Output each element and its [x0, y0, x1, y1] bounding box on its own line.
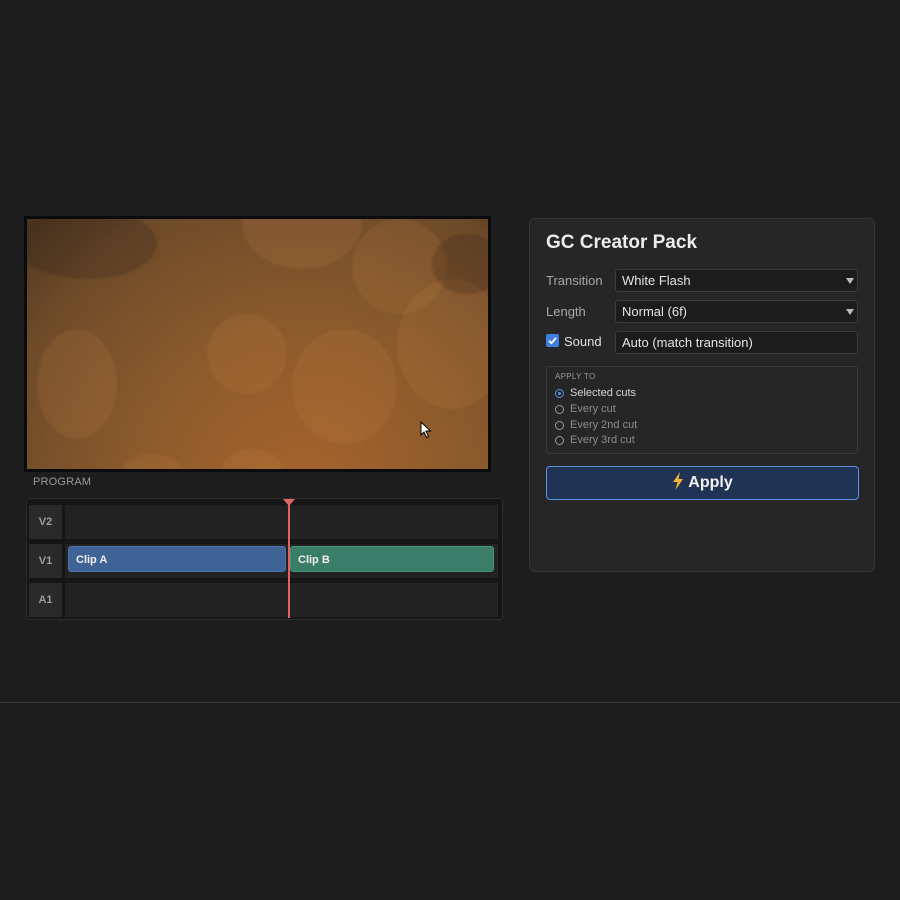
bokeh-light: [222, 449, 282, 469]
creator-pack-panel: GC Creator Pack Transition White Flash L…: [529, 218, 875, 572]
track-lane-v1[interactable]: Clip A Clip B: [65, 544, 498, 578]
bokeh-light: [207, 314, 287, 394]
bokeh-dark: [27, 219, 157, 279]
track-lane-a1[interactable]: [65, 583, 498, 617]
apply-to-group: APPLY TO Selected cuts Every cut Every 2…: [546, 366, 858, 454]
track-header-v1[interactable]: V1: [29, 544, 62, 578]
sound-label[interactable]: Sound: [564, 334, 602, 349]
transition-select-value: White Flash: [622, 273, 691, 288]
bokeh-light: [242, 219, 362, 269]
apply-label: Apply: [688, 474, 733, 491]
clip-b[interactable]: Clip B: [290, 546, 494, 572]
transition-label: Transition: [546, 273, 603, 288]
length-label: Length: [546, 304, 586, 319]
divider: [0, 702, 900, 703]
program-monitor: [24, 216, 491, 472]
track-v2[interactable]: V2: [29, 505, 498, 539]
radio-button[interactable]: [555, 405, 564, 414]
radio-label[interactable]: Every 2nd cut: [570, 419, 637, 431]
radio-label[interactable]: Selected cuts: [570, 387, 636, 399]
clip-a[interactable]: Clip A: [68, 546, 286, 572]
track-header-v2[interactable]: V2: [29, 505, 62, 539]
sound-checkbox[interactable]: [546, 334, 559, 347]
radio-button[interactable]: [555, 421, 564, 430]
program-label: PROGRAM: [33, 476, 92, 488]
radio-button[interactable]: [555, 436, 564, 445]
panel-title: GC Creator Pack: [546, 232, 698, 253]
checkmark-icon: [548, 337, 557, 345]
length-select-value: Normal (6f): [622, 304, 688, 319]
chevron-down-icon: [846, 278, 854, 284]
radio-button[interactable]: [555, 389, 564, 398]
track-lane-v2[interactable]: [65, 505, 498, 539]
track-v1[interactable]: V1 Clip A Clip B: [29, 544, 498, 578]
bokeh-light: [122, 454, 182, 469]
playhead[interactable]: [288, 500, 290, 618]
radio-label[interactable]: Every 3rd cut: [570, 434, 635, 446]
sound-field[interactable]: Auto (match transition): [615, 331, 858, 354]
bokeh-light: [37, 329, 117, 439]
length-select[interactable]: Normal (6f): [615, 300, 858, 323]
radio-label[interactable]: Every cut: [570, 403, 616, 415]
chevron-down-icon: [846, 309, 854, 315]
lightning-bolt-icon: [673, 472, 684, 490]
apply-button[interactable]: Apply: [546, 466, 859, 500]
transition-select[interactable]: White Flash: [615, 269, 858, 292]
track-a1[interactable]: A1: [29, 583, 498, 617]
apply-to-legend: APPLY TO: [555, 372, 596, 381]
program-preview: [27, 219, 488, 469]
timeline[interactable]: V2 V1 Clip A Clip B A1: [26, 498, 503, 620]
track-header-a1[interactable]: A1: [29, 583, 62, 617]
mouse-cursor-icon: [420, 421, 432, 439]
bokeh-light: [292, 329, 397, 444]
